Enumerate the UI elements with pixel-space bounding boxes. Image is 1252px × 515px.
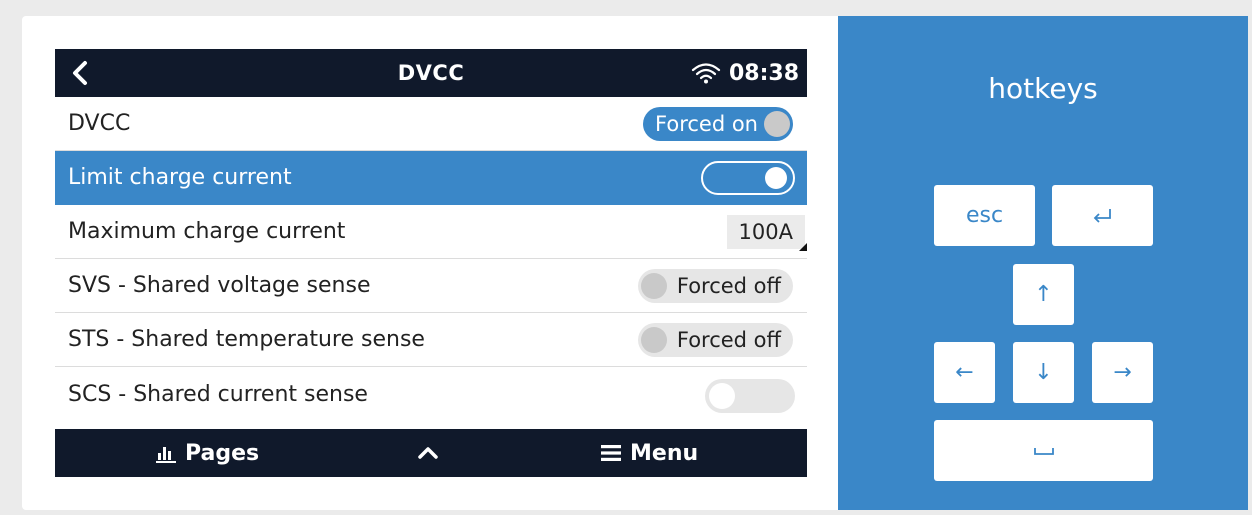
bar-chart-icon xyxy=(156,447,176,463)
setting-row-limit-charge-current[interactable]: Limit charge current xyxy=(55,151,807,205)
value-text: 100A xyxy=(738,220,793,244)
down-arrow-key[interactable]: ↓ xyxy=(1013,342,1074,403)
hamburger-menu-icon xyxy=(601,445,621,461)
top-bar: DVCC 08:38 xyxy=(55,49,807,97)
toggle-knob xyxy=(765,167,787,189)
toggle-knob xyxy=(709,383,735,409)
chevron-up-icon xyxy=(418,447,438,459)
status-area: 08:38 xyxy=(691,49,799,97)
pages-button[interactable]: Pages xyxy=(155,429,259,477)
scs-toggle[interactable] xyxy=(705,379,795,413)
setting-label: STS - Shared temperature sense xyxy=(68,327,425,352)
hotkeys-panel: hotkeys esc ↑ ← ↓ → xyxy=(838,16,1248,510)
setting-label: DVCC xyxy=(68,111,131,136)
space-bar-icon xyxy=(1033,447,1054,455)
hotkeys-title: hotkeys xyxy=(988,72,1098,105)
enter-icon xyxy=(1093,208,1111,223)
space-key[interactable] xyxy=(934,420,1153,481)
setting-row-scs[interactable]: SCS - Shared current sense xyxy=(55,367,807,423)
esc-key[interactable]: esc xyxy=(934,185,1035,246)
right-arrow-key[interactable]: → xyxy=(1092,342,1153,403)
switch-knob xyxy=(640,273,667,299)
menu-label: Menu xyxy=(630,440,699,466)
clock: 08:38 xyxy=(728,60,799,86)
edit-corner-icon xyxy=(799,243,807,251)
setting-label: Limit charge current xyxy=(68,165,292,190)
device-screen: DVCC 08:38 DVCC Forced on Limit charge c… xyxy=(55,49,807,477)
settings-list: DVCC Forced on Limit charge current Maxi… xyxy=(55,97,807,423)
wifi-icon xyxy=(691,63,721,84)
switch-state-label: Forced off xyxy=(676,274,781,298)
setting-row-svs[interactable]: SVS - Shared voltage sense Forced off xyxy=(55,259,807,313)
up-arrow-key[interactable]: ↑ xyxy=(1013,264,1074,325)
setting-label: SCS - Shared current sense xyxy=(68,382,368,407)
pages-label: Pages xyxy=(185,440,260,466)
switch-state-label: Forced on xyxy=(655,112,758,136)
setting-row-dvcc[interactable]: DVCC Forced on xyxy=(55,97,807,151)
setting-row-sts[interactable]: STS - Shared temperature sense Forced of… xyxy=(55,313,807,367)
enter-key[interactable] xyxy=(1052,185,1153,246)
setting-label: SVS - Shared voltage sense xyxy=(68,273,371,298)
forced-off-switch[interactable]: Forced off xyxy=(637,269,793,303)
bottom-bar: Pages Menu xyxy=(55,429,807,477)
switch-state-label: Forced off xyxy=(676,328,781,352)
switch-knob xyxy=(640,327,667,353)
menu-button[interactable]: Menu xyxy=(600,429,698,477)
forced-on-switch[interactable]: Forced on xyxy=(643,107,793,141)
forced-off-switch[interactable]: Forced off xyxy=(637,323,793,357)
limit-charge-current-toggle[interactable] xyxy=(701,161,795,195)
maximum-charge-current-value[interactable]: 100A xyxy=(726,215,807,251)
setting-row-maximum-charge-current[interactable]: Maximum charge current 100A xyxy=(55,205,807,259)
scroll-up-button[interactable] xyxy=(417,429,439,477)
switch-knob xyxy=(764,111,790,137)
setting-label: Maximum charge current xyxy=(68,219,346,244)
left-arrow-key[interactable]: ← xyxy=(934,342,995,403)
